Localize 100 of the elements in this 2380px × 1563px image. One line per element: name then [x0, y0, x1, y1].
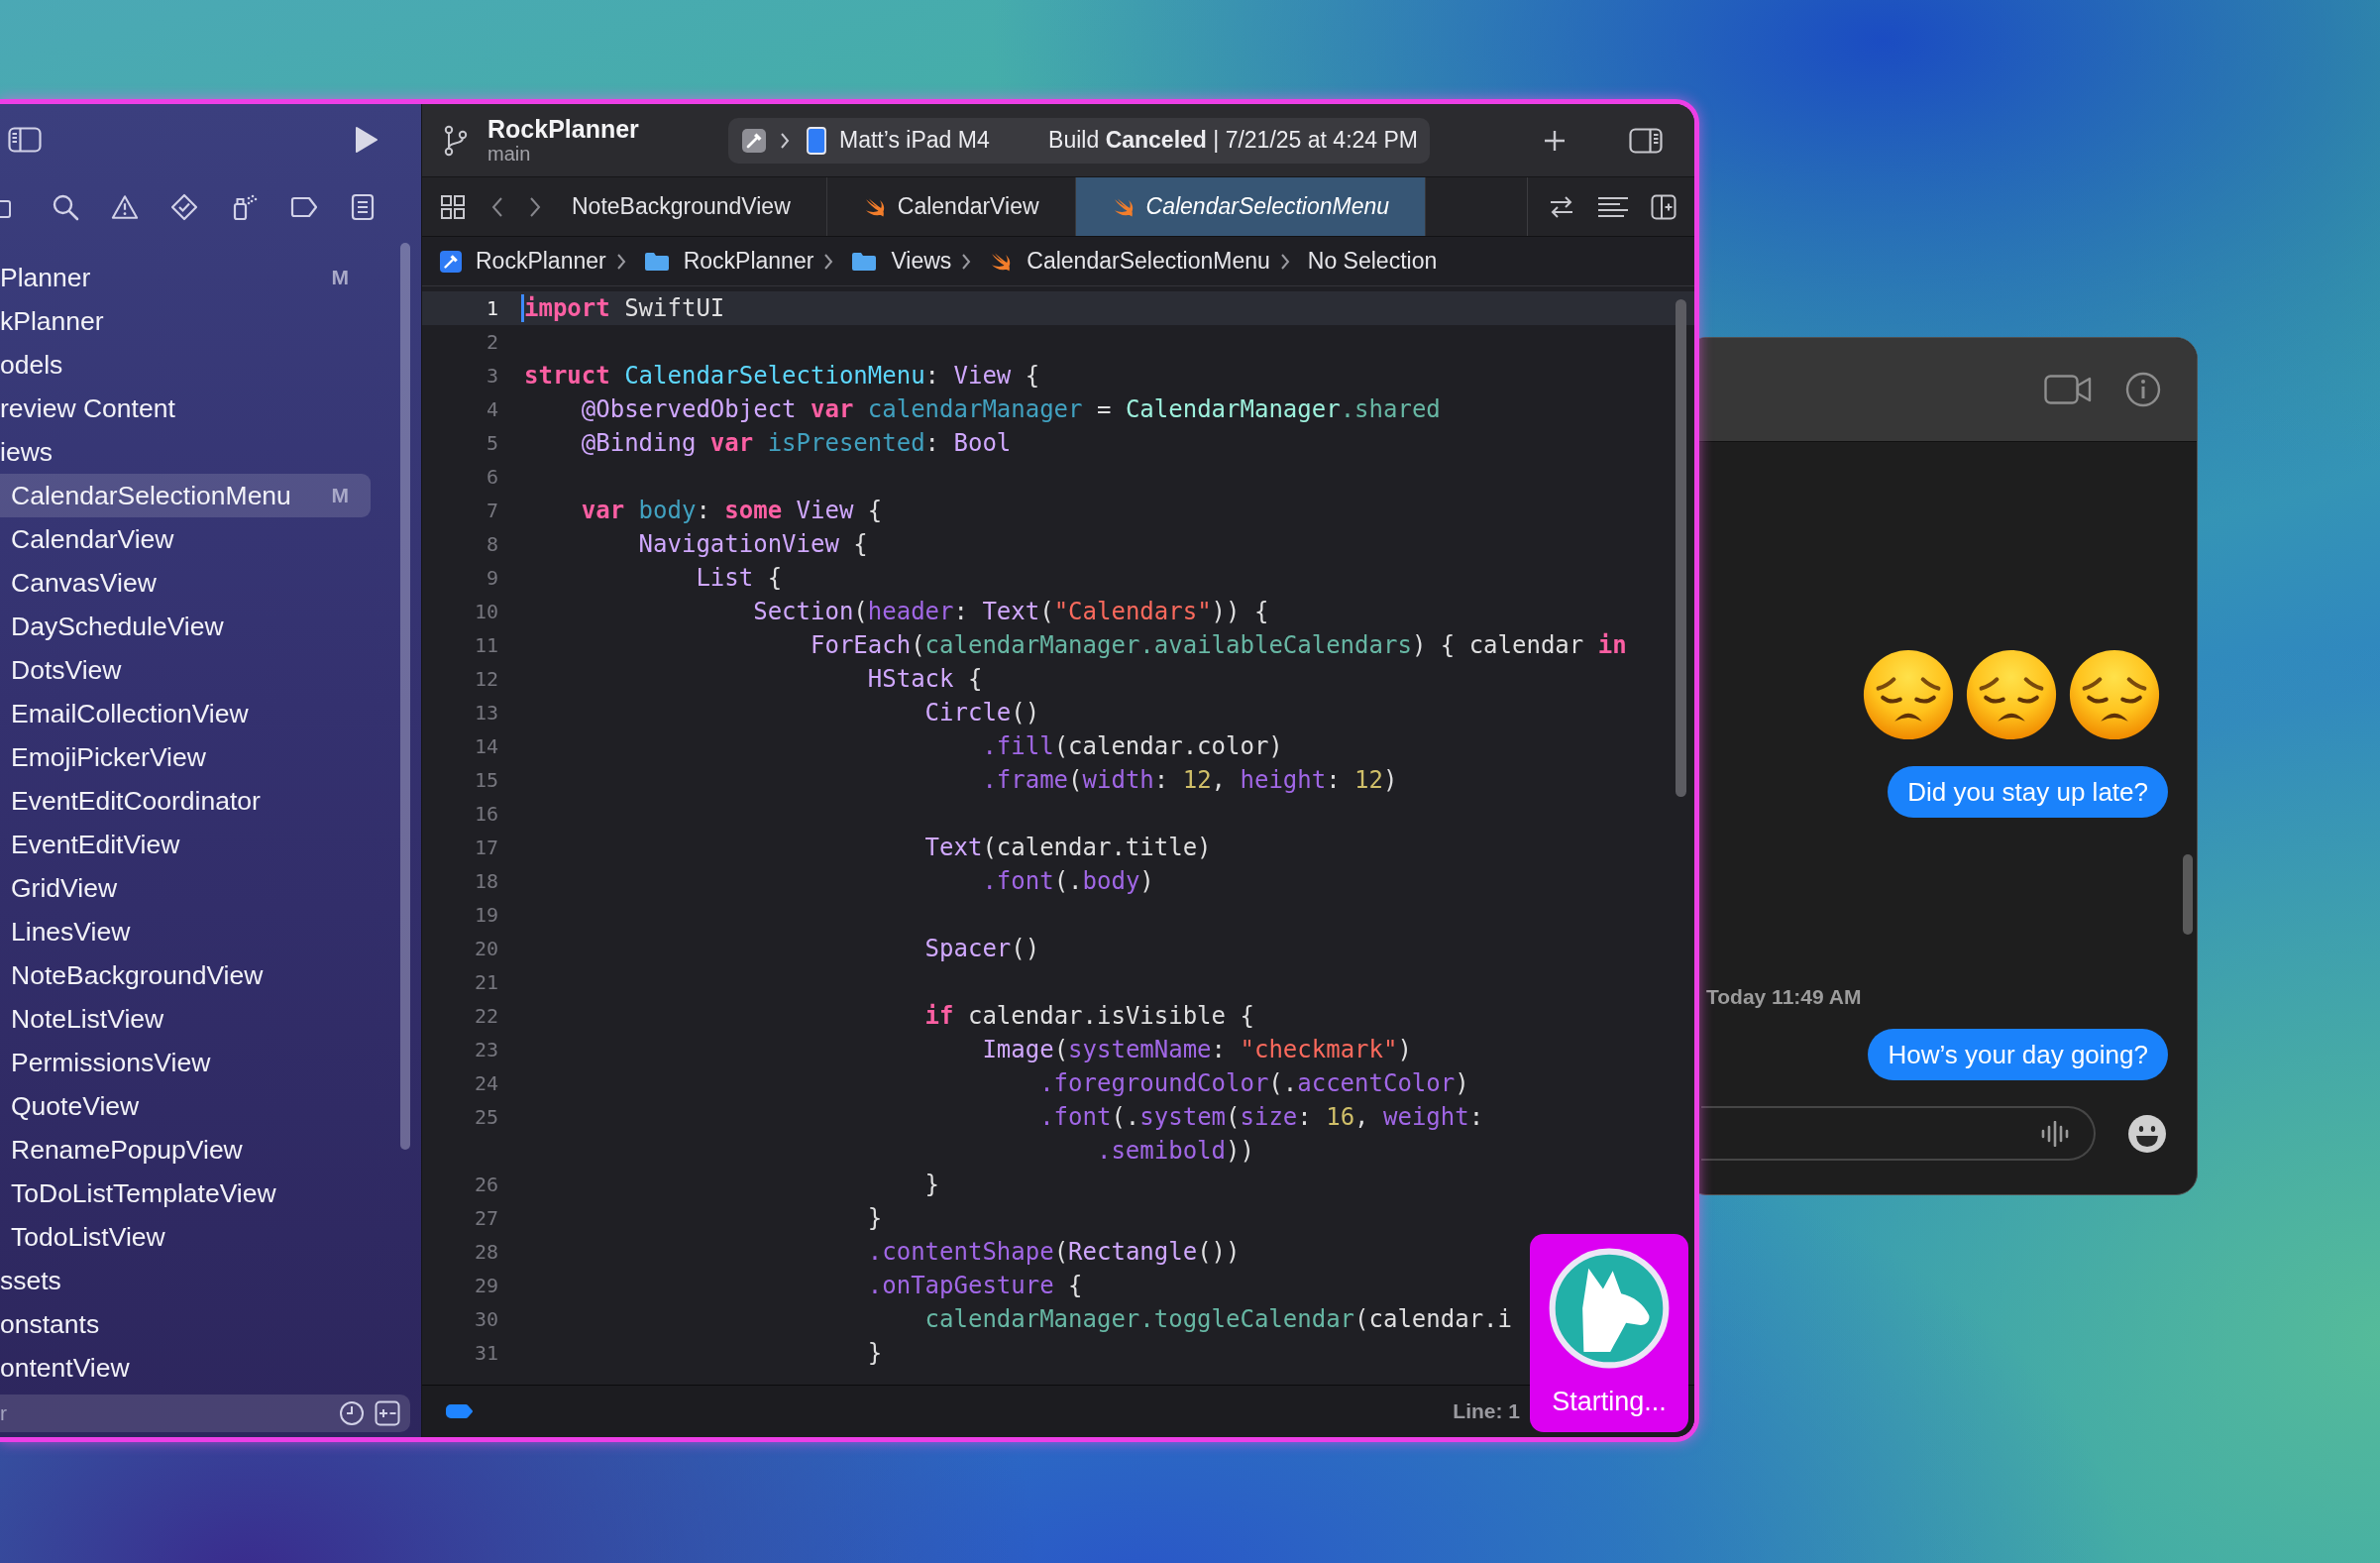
- line-number: 4: [485, 397, 499, 421]
- scroll-bar[interactable]: [1676, 299, 1686, 797]
- code-line: List {: [696, 564, 783, 592]
- back-chevron-icon[interactable]: [491, 195, 503, 218]
- chevron-icon: [1279, 252, 1290, 271]
- diamond-icon[interactable]: [170, 193, 198, 221]
- code-line: ForEach(calendarManager.availableCalendars) { calendar in: [811, 631, 1627, 659]
- file-item[interactable]: LinesView: [0, 910, 371, 953]
- file-item[interactable]: odels: [0, 343, 371, 387]
- file-item[interactable]: EmailCollectionView: [0, 692, 371, 735]
- code-line: struct CalendarSelectionMenu: View {: [524, 362, 1040, 390]
- chevron-icon: [780, 131, 790, 150]
- waveform-icon[interactable]: [2040, 1120, 2070, 1147]
- scroll-bar[interactable]: [400, 243, 410, 1150]
- file-item[interactable]: CalendarSelectionMenu M: [0, 474, 371, 517]
- warning-icon[interactable]: [111, 193, 139, 221]
- file-item[interactable]: CanvasView: [0, 561, 371, 605]
- file-item[interactable]: Planner M: [0, 256, 371, 299]
- tag-icon[interactable]: [289, 195, 319, 219]
- modified-status-label: M: [331, 266, 349, 289]
- code-line: @ObservedObject var calendarManager = CalendarManager.shared: [581, 395, 1441, 423]
- plus-minus-icon[interactable]: [375, 1400, 400, 1426]
- code-line: HStack {: [867, 665, 983, 693]
- line-number: 9: [485, 566, 499, 590]
- file-item[interactable]: CalendarView: [0, 517, 371, 561]
- smiley-icon[interactable]: [2127, 1113, 2167, 1154]
- forward-chevron-icon[interactable]: [529, 195, 541, 218]
- text-lines-icon[interactable]: [1597, 194, 1629, 219]
- breadcrumb-item[interactable]: CalendarSelectionMenu: [989, 248, 1270, 275]
- file-item[interactable]: PermissionsView: [0, 1041, 371, 1084]
- breadcrumb-item[interactable]: RockPlanner: [440, 248, 606, 275]
- code-line: .contentShape(Rectangle()): [867, 1238, 1241, 1266]
- line-number: 24: [473, 1071, 499, 1095]
- file-item[interactable]: GridView: [0, 866, 371, 910]
- file-item[interactable]: ssets: [0, 1259, 371, 1302]
- play-icon[interactable]: [355, 126, 379, 154]
- line-number: 3: [485, 364, 499, 388]
- code-line: }: [867, 1204, 883, 1232]
- file-item[interactable]: NoteListView: [0, 997, 371, 1041]
- device-name[interactable]: Matt’s iPad M4: [839, 127, 990, 154]
- branch-name: main: [487, 143, 531, 167]
- code-line: calendarManager.toggleCalendar(calendar.i: [924, 1305, 1512, 1333]
- file-item[interactable]: TodoListView: [0, 1215, 371, 1259]
- editor-tab[interactable]: CalendarView: [826, 177, 1076, 236]
- file-item[interactable]: kPlanner: [0, 299, 371, 343]
- code-line: @Binding var isPresented: Bool: [581, 429, 1012, 457]
- file-item[interactable]: onstants: [0, 1302, 371, 1346]
- breadcrumb-item[interactable]: RockPlanner: [643, 248, 814, 275]
- line-number: 10: [473, 600, 499, 623]
- line-number: 23: [473, 1038, 499, 1061]
- grid-icon[interactable]: [440, 193, 466, 220]
- breadcrumb-item[interactable]: Views: [851, 248, 952, 275]
- plus-icon[interactable]: [1544, 129, 1566, 152]
- breadcrumb-item[interactable]: No Selection: [1307, 248, 1438, 275]
- hammer-icon[interactable]: [742, 128, 766, 153]
- folder-icon: [643, 251, 670, 272]
- code-line: .font(.system(size: 16, weight:: [1039, 1103, 1484, 1131]
- tablet-icon[interactable]: [807, 126, 826, 155]
- line-number: 11: [473, 633, 499, 657]
- inspector-toggle-icon[interactable]: [1629, 127, 1663, 154]
- code-line: import SwiftUI: [524, 294, 725, 322]
- code-line: }: [924, 1171, 940, 1198]
- search-icon[interactable]: [52, 193, 79, 221]
- sad-face-icon: [2069, 649, 2160, 740]
- chevron-icon: [961, 252, 972, 271]
- file-item[interactable]: QuoteView: [0, 1084, 371, 1128]
- editor-tab[interactable]: NoteBackgroundView: [564, 177, 827, 236]
- clock-icon[interactable]: [339, 1400, 365, 1426]
- line-number: 12: [473, 667, 499, 691]
- message-bubble: How’s your day going?: [1868, 1029, 2168, 1080]
- code-line: if calendar.isVisible {: [924, 1002, 1254, 1030]
- file-item[interactable]: NoteBackgroundView: [0, 953, 371, 997]
- file-item[interactable]: iews: [0, 430, 371, 474]
- file-item[interactable]: ToDoListTemplateView: [0, 1172, 371, 1215]
- editor-tab[interactable]: CalendarSelectionMenu: [1075, 177, 1427, 236]
- folder-icon: [851, 251, 878, 272]
- scroll-bar[interactable]: [2183, 854, 2193, 935]
- info-icon[interactable]: [2125, 372, 2161, 407]
- video-camera-icon[interactable]: [2044, 375, 2092, 404]
- file-item[interactable]: EventEditView: [0, 823, 371, 866]
- file-item[interactable]: RenamePopupView: [0, 1128, 371, 1172]
- sidebar-toggle-icon[interactable]: [8, 127, 42, 153]
- file-item[interactable]: DayScheduleView: [0, 605, 371, 648]
- file-item[interactable]: EventEditCoordinator: [0, 779, 371, 823]
- branch-icon[interactable]: [443, 124, 469, 157]
- swap-arrows-icon[interactable]: [1548, 194, 1575, 219]
- line-number: 6: [485, 465, 499, 489]
- file-item[interactable]: EmojiPickerView: [0, 735, 371, 779]
- list-icon[interactable]: [351, 193, 375, 221]
- status-text: Starting...: [1552, 1387, 1667, 1417]
- line-number: 20: [473, 937, 499, 960]
- line-number: 29: [473, 1274, 499, 1297]
- code-line: .fill(calendar.color): [982, 732, 1283, 760]
- add-editor-icon[interactable]: [1651, 193, 1677, 220]
- code-line: Circle(): [924, 699, 1040, 726]
- message-input-field[interactable]: [1701, 1106, 2096, 1161]
- file-item[interactable]: ontentView: [0, 1346, 371, 1390]
- file-item[interactable]: review Content: [0, 387, 371, 430]
- file-item[interactable]: DotsView: [0, 648, 371, 692]
- breakpoint-icon[interactable]: [445, 1403, 475, 1419]
